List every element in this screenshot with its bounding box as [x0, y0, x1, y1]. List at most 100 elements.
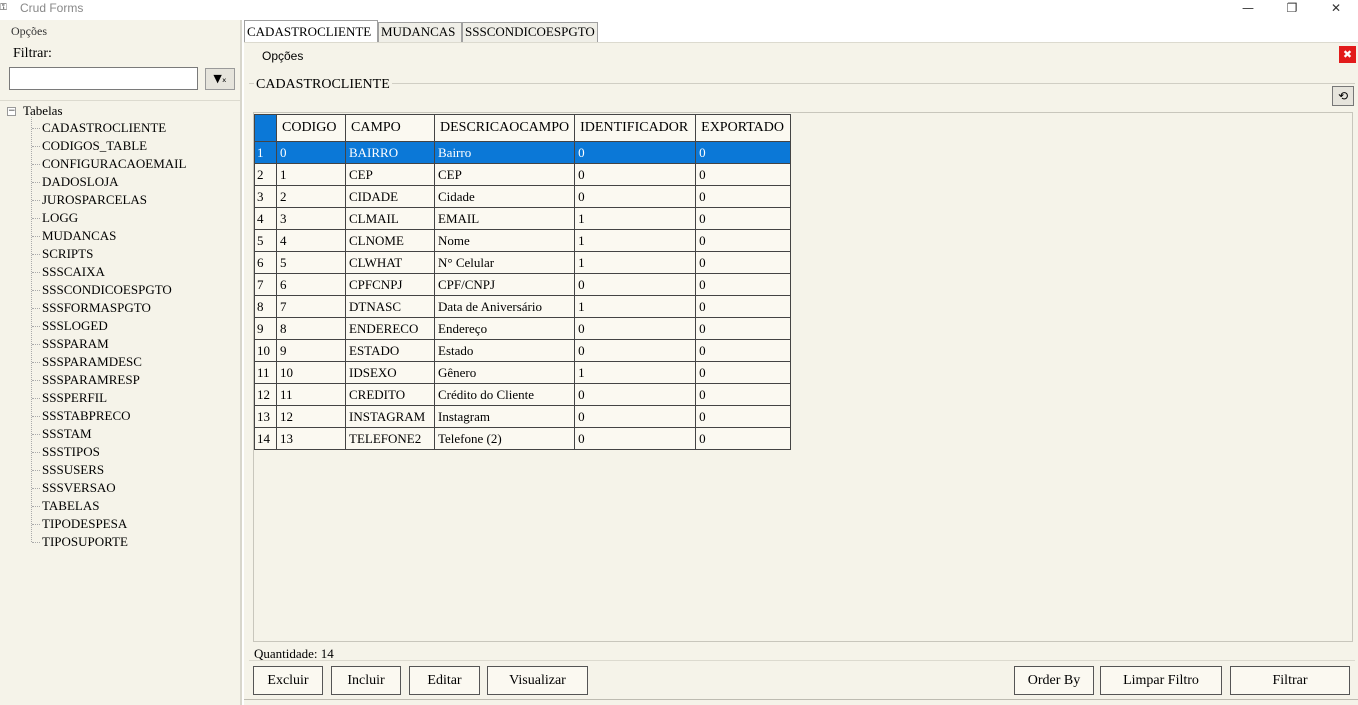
table-cell[interactable]: 0 [695, 207, 792, 230]
table-cell[interactable]: ESTADO [345, 339, 435, 362]
table-row[interactable]: 3 2 CIDADE Cidade 0 0 [254, 185, 792, 208]
content-options-menu[interactable]: Opções [262, 49, 303, 63]
table-cell[interactable]: 3 [276, 207, 346, 230]
table-cell[interactable]: 11 [276, 383, 346, 406]
table-cell[interactable]: 0 [695, 383, 792, 406]
table-row[interactable]: 9 8 ENDERECO Endereço 0 0 [254, 317, 792, 340]
row-number[interactable]: 14 [254, 427, 277, 450]
table-cell[interactable]: Data de Aniversário [433, 295, 576, 318]
row-number[interactable]: 1 [254, 141, 277, 164]
table-row[interactable]: 12 11 CREDITO Crédito do Cliente 0 0 [254, 383, 792, 406]
table-cell[interactable]: CLNOME [345, 229, 435, 252]
table-cell[interactable]: 0 [276, 141, 346, 164]
incluir-button[interactable]: Incluir [331, 666, 401, 695]
table-row[interactable]: 5 4 CLNOME Nome 1 0 [254, 229, 792, 252]
tab-mudancas[interactable]: MUDANCAS [378, 22, 462, 42]
table-cell[interactable]: BAIRRO [345, 141, 435, 164]
table-cell[interactable]: 6 [276, 273, 346, 296]
column-header[interactable]: CAMPO [345, 114, 435, 142]
table-cell[interactable]: 0 [695, 163, 792, 186]
table-cell[interactable]: Estado [433, 339, 576, 362]
refresh-button[interactable]: ⟲ [1332, 86, 1354, 106]
table-cell[interactable]: 0 [574, 383, 697, 406]
table-row[interactable]: 4 3 CLMAIL EMAIL 1 0 [254, 207, 792, 230]
close-window-button[interactable]: ✕ [1313, 0, 1358, 18]
table-cell[interactable]: 0 [695, 405, 792, 428]
table-cell[interactable]: N° Celular [433, 251, 576, 274]
table-cell[interactable]: Instagram [433, 405, 576, 428]
table-cell[interactable]: Bairro [433, 141, 576, 164]
table-cell[interactable]: 1 [574, 207, 697, 230]
table-cell[interactable]: 7 [276, 295, 346, 318]
table-row[interactable]: 6 5 CLWHAT N° Celular 1 0 [254, 251, 792, 274]
table-cell[interactable]: CLMAIL [345, 207, 435, 230]
column-header[interactable]: CODIGO [276, 114, 346, 142]
table-cell[interactable]: CPF/CNPJ [433, 273, 576, 296]
visualizar-button[interactable]: Visualizar [487, 666, 588, 695]
row-number[interactable]: 9 [254, 317, 277, 340]
table-cell[interactable]: 0 [574, 141, 697, 164]
table-cell[interactable]: 0 [695, 317, 792, 340]
table-cell[interactable]: CEP [433, 163, 576, 186]
table-cell[interactable]: 1 [574, 251, 697, 274]
table-cell[interactable]: CEP [345, 163, 435, 186]
collapse-icon[interactable]: − [7, 107, 16, 116]
table-cell[interactable]: 0 [695, 185, 792, 208]
options-menu[interactable]: Opções [11, 24, 47, 39]
minimize-button[interactable]: — [1225, 0, 1271, 18]
row-number[interactable]: 11 [254, 361, 277, 384]
row-number[interactable]: 10 [254, 339, 277, 362]
table-cell[interactable]: Nome [433, 229, 576, 252]
table-cell[interactable]: 0 [695, 273, 792, 296]
data-grid-area[interactable]: CODIGO CAMPO DESCRICAOCAMPO IDENTIFICADO… [253, 112, 1353, 642]
table-cell[interactable]: Gênero [433, 361, 576, 384]
table-cell[interactable]: 2 [276, 185, 346, 208]
table-row[interactable]: 10 9 ESTADO Estado 0 0 [254, 339, 792, 362]
table-cell[interactable]: INSTAGRAM [345, 405, 435, 428]
table-cell[interactable]: 10 [276, 361, 346, 384]
row-number[interactable]: 4 [254, 207, 277, 230]
table-cell[interactable]: CIDADE [345, 185, 435, 208]
tab-ssscondicoespgto[interactable]: SSSCONDICOESPGTO [462, 22, 598, 42]
table-cell[interactable]: 0 [574, 427, 697, 450]
table-cell[interactable]: TELEFONE2 [345, 427, 435, 450]
excluir-button[interactable]: Excluir [253, 666, 323, 695]
table-cell[interactable]: 0 [574, 339, 697, 362]
grid-corner[interactable] [254, 114, 277, 142]
close-tab-icon[interactable]: ✖ [1339, 46, 1356, 63]
column-header[interactable]: DESCRICAOCAMPO [433, 114, 576, 142]
table-row[interactable]: 11 10 IDSEXO Gênero 1 0 [254, 361, 792, 384]
filter-clear-button[interactable]: ▼ₓ [205, 68, 235, 90]
table-row[interactable]: 7 6 CPFCNPJ CPF/CNPJ 0 0 [254, 273, 792, 296]
table-cell[interactable]: 0 [695, 361, 792, 384]
data-grid[interactable]: CODIGO CAMPO DESCRICAOCAMPO IDENTIFICADO… [254, 114, 792, 450]
table-row[interactable]: 2 1 CEP CEP 0 0 [254, 163, 792, 186]
table-cell[interactable]: Telefone (2) [433, 427, 576, 450]
editar-button[interactable]: Editar [409, 666, 480, 695]
table-cell[interactable]: 0 [695, 229, 792, 252]
restore-button[interactable]: ❐ [1269, 0, 1315, 18]
column-header[interactable]: IDENTIFICADOR [574, 114, 697, 142]
table-cell[interactable]: CLWHAT [345, 251, 435, 274]
row-number[interactable]: 7 [254, 273, 277, 296]
table-cell[interactable]: CREDITO [345, 383, 435, 406]
table-cell[interactable]: 5 [276, 251, 346, 274]
row-number[interactable]: 13 [254, 405, 277, 428]
table-cell[interactable]: 1 [574, 229, 697, 252]
table-cell[interactable]: 0 [695, 141, 792, 164]
table-cell[interactable]: 4 [276, 229, 346, 252]
table-cell[interactable]: 8 [276, 317, 346, 340]
table-cell[interactable]: ENDERECO [345, 317, 435, 340]
table-cell[interactable]: CPFCNPJ [345, 273, 435, 296]
row-number[interactable]: 6 [254, 251, 277, 274]
filter-input[interactable] [9, 67, 198, 90]
table-cell[interactable]: 0 [574, 273, 697, 296]
table-cell[interactable]: 9 [276, 339, 346, 362]
table-cell[interactable]: EMAIL [433, 207, 576, 230]
limpar-filtro-button[interactable]: Limpar Filtro [1100, 666, 1222, 695]
row-number[interactable]: 12 [254, 383, 277, 406]
table-cell[interactable]: 0 [695, 295, 792, 318]
row-number[interactable]: 8 [254, 295, 277, 318]
table-cell[interactable]: 1 [574, 361, 697, 384]
table-cell[interactable]: 1 [574, 295, 697, 318]
